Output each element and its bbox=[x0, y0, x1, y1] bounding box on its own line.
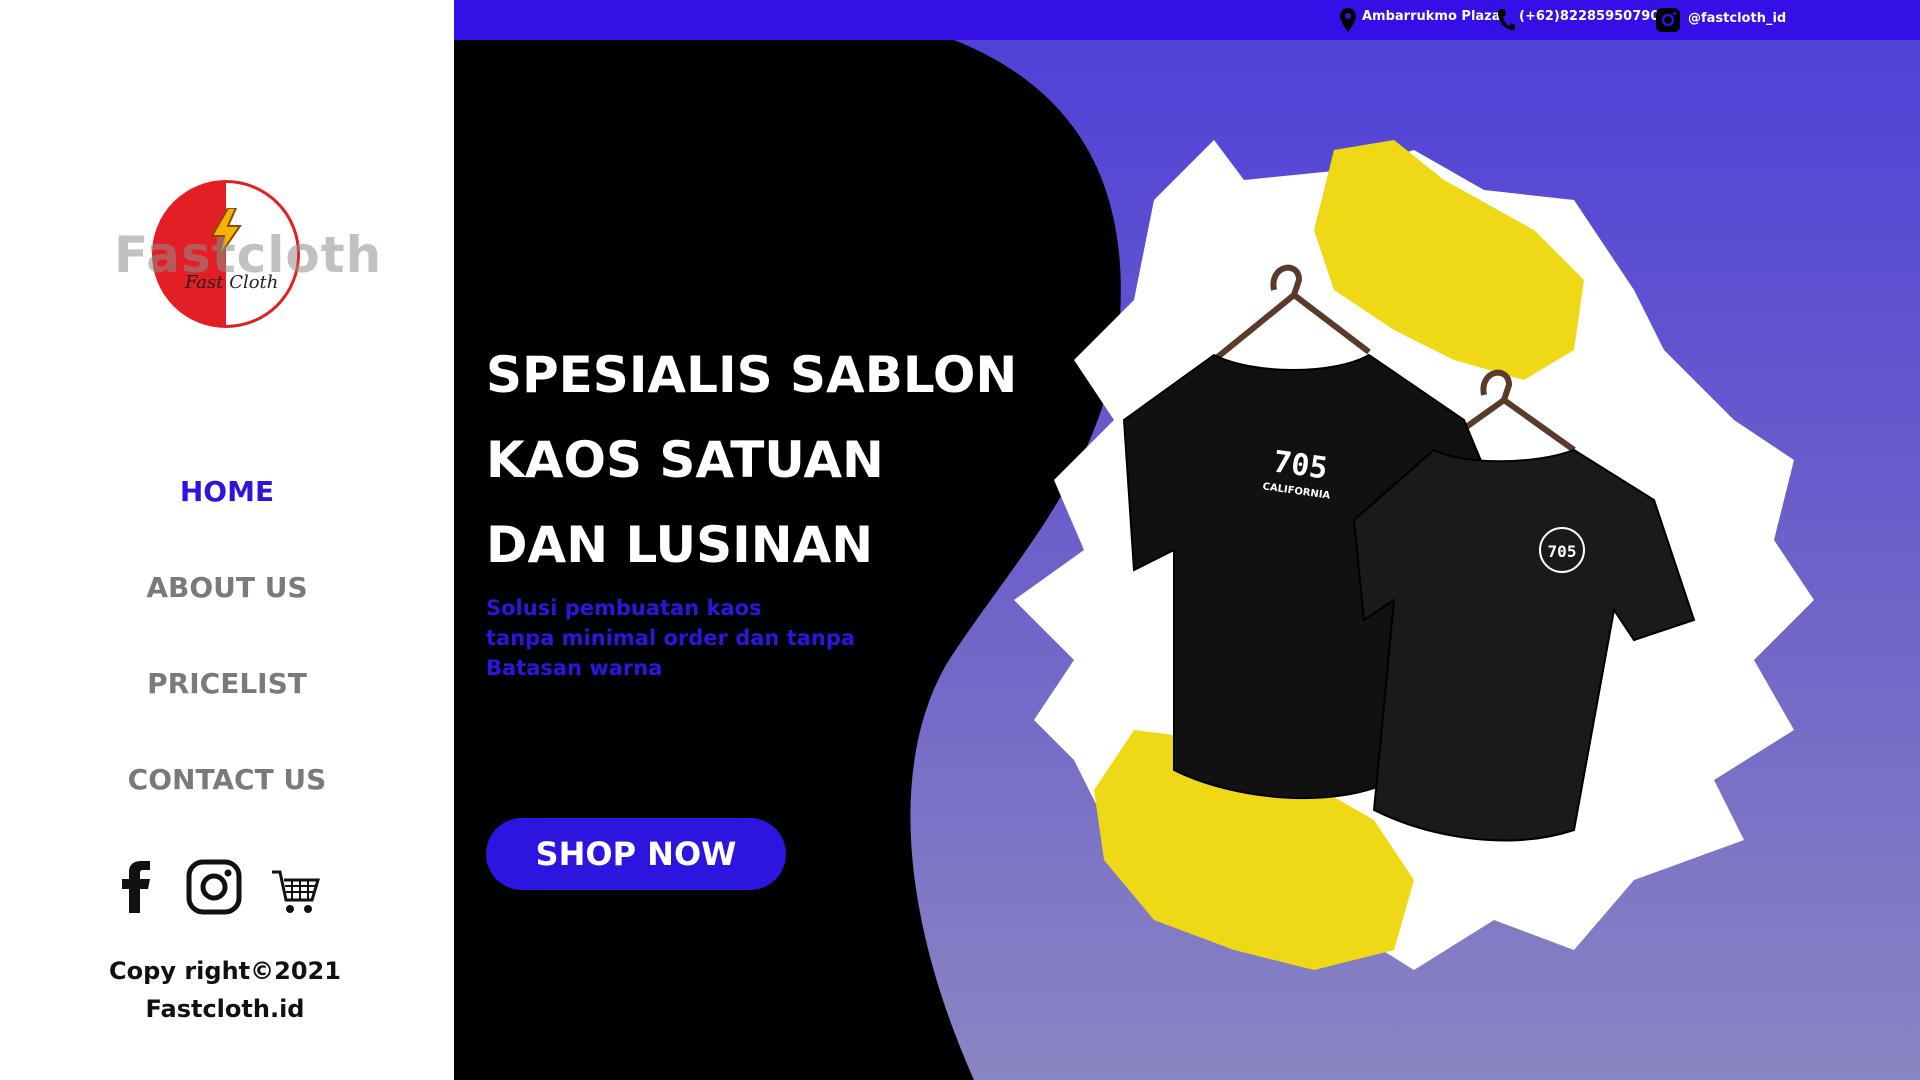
copyright-line: Copy right©2021 bbox=[109, 957, 341, 985]
nav-contact-us[interactable]: CONTACT US bbox=[0, 763, 454, 796]
topbar-phone[interactable]: (+62)82285950790 bbox=[1519, 9, 1659, 24]
shirt1-print-number: 705 bbox=[1271, 444, 1330, 486]
copyright: Copy right©2021 Fastcloth.id bbox=[80, 952, 370, 1028]
topbar-instagram[interactable]: @fastcloth_id bbox=[1688, 11, 1786, 26]
tshirts-illustration: 705 CALIFORNIA 705 bbox=[1014, 140, 1814, 970]
hero-headline-line: KAOS SATUAN bbox=[486, 431, 884, 489]
logo-script-text: Fast Cloth bbox=[185, 272, 279, 293]
nav-pricelist[interactable]: PRICELIST bbox=[0, 667, 454, 700]
shop-now-button[interactable]: SHOP NOW bbox=[486, 818, 786, 890]
topbar-location[interactable]: Ambarrukmo Plaza bbox=[1362, 9, 1501, 24]
hero-section: Ambarrukmo Plaza (+62)82285950790 @fastc… bbox=[454, 0, 1920, 1080]
hero-headline-line: DAN LUSINAN bbox=[486, 516, 874, 574]
hero-subtitle-line: tanpa minimal order dan tanpa bbox=[486, 626, 856, 650]
hero-subtitle: Solusi pembuatan kaos tanpa minimal orde… bbox=[486, 593, 906, 683]
hero-subtitle-line: Solusi pembuatan kaos bbox=[486, 596, 762, 620]
location-pin-icon bbox=[1340, 8, 1356, 32]
contact-topbar: Ambarrukmo Plaza (+62)82285950790 @fastc… bbox=[454, 0, 1920, 40]
nav-home[interactable]: HOME bbox=[0, 475, 454, 508]
hero-headline: SPESIALIS SABLON KAOS SATUAN DAN LUSINAN bbox=[486, 333, 1046, 588]
hero-subtitle-line: Batasan warna bbox=[486, 656, 663, 680]
sidebar: Fastcloth Fast Cloth HOME ABOUT US PRICE… bbox=[0, 0, 454, 1080]
copyright-site: Fastcloth.id bbox=[145, 995, 305, 1023]
instagram-small-icon bbox=[1656, 8, 1680, 32]
instagram-icon[interactable] bbox=[186, 857, 242, 917]
shirt2-print-number: 705 bbox=[1548, 542, 1577, 561]
hero-headline-line: SPESIALIS SABLON bbox=[486, 346, 1018, 404]
phone-icon bbox=[1497, 9, 1515, 31]
nav-about-us[interactable]: ABOUT US bbox=[0, 571, 454, 604]
brand-logo[interactable]: Fastcloth Fast Cloth bbox=[110, 180, 381, 330]
facebook-icon[interactable] bbox=[120, 857, 154, 917]
shopping-cart-icon[interactable] bbox=[270, 862, 320, 922]
